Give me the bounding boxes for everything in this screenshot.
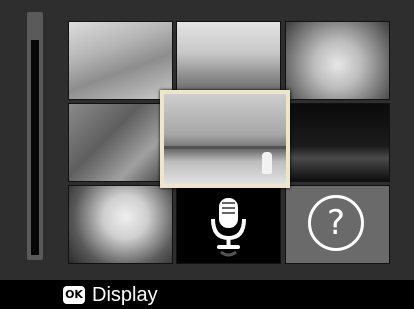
photo-thumbnail-2[interactable]	[176, 21, 281, 100]
photo-thumbnail-6[interactable]	[285, 103, 390, 182]
question-mark-icon: ?	[308, 195, 364, 251]
playback-thumbnail-screen: ? OK Display	[0, 0, 414, 309]
unknown-file-thumbnail[interactable]: ?	[285, 185, 390, 264]
ok-button-icon: OK	[63, 286, 85, 304]
couple-figure	[262, 152, 272, 174]
photo-thumbnail-7[interactable]	[68, 185, 173, 264]
voice-memo-thumbnail[interactable]	[176, 185, 281, 264]
beach-photo	[164, 94, 286, 184]
microphone-icon	[211, 198, 246, 257]
selected-photo-thumbnail[interactable]	[160, 90, 290, 188]
photo-thumbnail-1[interactable]	[68, 21, 173, 100]
photo-thumbnail-4[interactable]	[68, 103, 173, 182]
photo-thumbnail-3[interactable]	[285, 21, 390, 100]
display-action-label: Display	[92, 284, 158, 306]
horizon-line	[164, 146, 286, 150]
scrollbar-thumb[interactable]	[31, 40, 39, 255]
